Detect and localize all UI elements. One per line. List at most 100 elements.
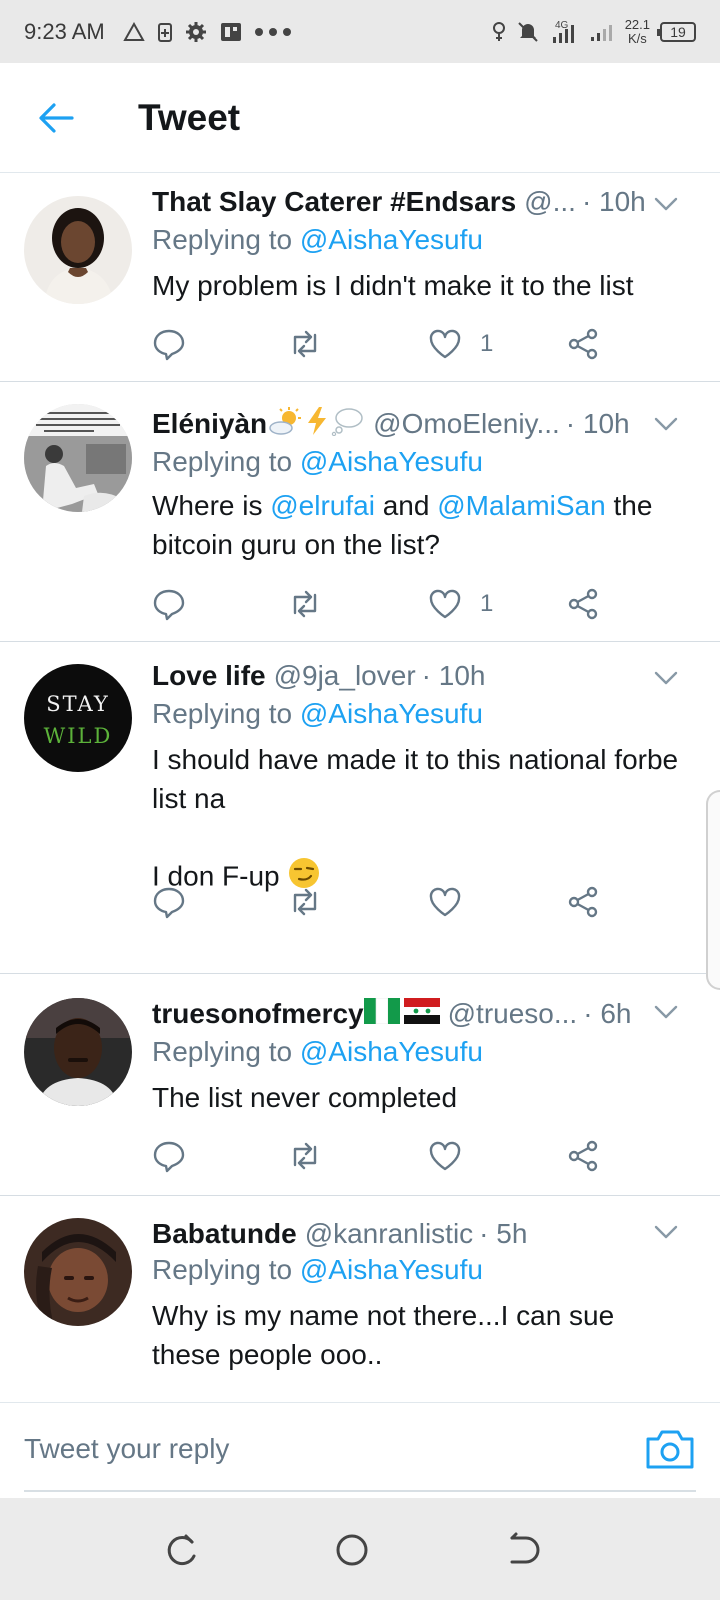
retweet-button[interactable]: [286, 582, 324, 626]
share-icon: [568, 1140, 598, 1172]
avatar[interactable]: [24, 998, 132, 1106]
gear-icon: [185, 21, 207, 43]
edge-panel-handle[interactable]: [706, 790, 720, 990]
reply-button[interactable]: [152, 322, 186, 366]
like-button[interactable]: [428, 880, 480, 924]
tweet-author-name[interactable]: That Slay Caterer #Endsars: [152, 186, 516, 218]
recents-button[interactable]: [162, 1530, 202, 1570]
lightning-emoji: [303, 406, 331, 443]
recents-icon: [167, 1534, 196, 1566]
tweet-item[interactable]: Eléniyàn @OmoEleniy... · 10h Replying to…: [0, 382, 720, 642]
avatar[interactable]: STAY WILD: [24, 664, 132, 772]
network-speed-value: 22.1: [624, 16, 650, 32]
tweet-actions: 1: [152, 322, 622, 366]
home-button[interactable]: [332, 1530, 372, 1570]
replying-to: Replying to @AishaYesufu: [152, 446, 483, 478]
tweet-text-part: and: [374, 490, 438, 521]
retweet-button[interactable]: [286, 1134, 324, 1178]
reply-mention-link[interactable]: @AishaYesufu: [300, 446, 483, 477]
tweet-item[interactable]: STAY WILD Love life @9ja_lover · 10h Rep…: [0, 642, 720, 974]
tweet-item[interactable]: Babatunde @kanranlistic · 5h Replying to…: [0, 1196, 720, 1402]
flag-syria-emoji: [403, 997, 440, 1031]
tweet-actions: [152, 880, 622, 924]
tweet-text: I should have made it to this national f…: [152, 740, 690, 900]
mention-link[interactable]: @MalamiSan: [437, 490, 605, 521]
replying-to-label: Replying to: [152, 698, 300, 729]
camera-button[interactable]: [644, 1425, 696, 1473]
tweet-time: · 10h: [581, 186, 646, 217]
reply-input[interactable]: [24, 1421, 614, 1477]
back-button[interactable]: [26, 88, 86, 148]
signal-icon: [589, 21, 615, 43]
arrow-left-icon: [39, 102, 74, 133]
tweet-header: Love life @9ja_lover · 10h: [152, 656, 660, 696]
tweet-author-name[interactable]: Babatunde: [152, 1218, 297, 1250]
tweet-item[interactable]: That Slay Caterer #Endsars @... · 10h Re…: [0, 174, 720, 382]
system-nav-bar: [0, 1498, 720, 1600]
page-title: Tweet: [138, 96, 241, 138]
network-speed: 22.1 K/s: [624, 16, 650, 46]
chevron-down-icon[interactable]: [650, 996, 682, 1028]
chevron-down-icon[interactable]: [650, 408, 682, 440]
avatar[interactable]: [24, 196, 132, 304]
thought-balloon-emoji: [331, 406, 365, 443]
app-notification-icon: [219, 21, 243, 43]
warning-icon: [123, 21, 145, 42]
tweet-text-spacer: [152, 818, 690, 856]
share-button[interactable]: [566, 1134, 600, 1178]
chevron-down-icon[interactable]: [650, 662, 682, 694]
share-button[interactable]: [566, 582, 600, 626]
avatar[interactable]: [24, 1218, 132, 1326]
tweet-author-name[interactable]: Love life: [152, 660, 266, 692]
tweet-actions: 1: [152, 582, 622, 626]
tweet-author-handle[interactable]: @OmoEleniy...: [373, 408, 560, 440]
reply-button[interactable]: [152, 1134, 186, 1178]
tweet-author-handle[interactable]: @9ja_lover: [274, 660, 416, 692]
reply-button[interactable]: [152, 582, 186, 626]
reply-icon: [153, 329, 185, 361]
retweet-icon: [293, 888, 317, 916]
tweet-author-handle[interactable]: @kanranlistic: [305, 1218, 473, 1250]
retweet-button[interactable]: [286, 322, 324, 366]
back-nav-button[interactable]: [502, 1530, 542, 1570]
app-header: Tweet: [0, 63, 720, 173]
avatar[interactable]: [24, 404, 132, 512]
reply-mention-link[interactable]: @AishaYesufu: [300, 1036, 483, 1067]
retweet-icon: [293, 330, 317, 358]
tweet-actions: [152, 1134, 622, 1178]
tweet-text: The list never completed: [152, 1082, 458, 1113]
heart-icon: [429, 887, 461, 917]
replying-to-label: Replying to: [152, 1254, 300, 1285]
reply-mention-link[interactable]: @AishaYesufu: [300, 698, 483, 729]
chevron-down-icon[interactable]: [650, 188, 682, 220]
tweet-text-part: Where is: [152, 490, 271, 521]
like-count: 1: [480, 330, 494, 357]
signal-4g-icon: 4G: [549, 19, 579, 45]
like-button[interactable]: [428, 1134, 480, 1178]
share-button[interactable]: [566, 880, 600, 924]
network-speed-unit: K/s: [627, 30, 647, 46]
reply-mention-link[interactable]: @AishaYesufu: [300, 1254, 483, 1285]
tweet-header: Babatunde @kanranlistic · 5h: [152, 1214, 660, 1254]
reply-feed[interactable]: That Slay Caterer #Endsars @... · 10h Re…: [0, 174, 720, 1402]
tweet-author-handle[interactable]: @trueso...: [448, 998, 578, 1030]
reply-composer: [0, 1402, 720, 1498]
tweet-time: · 6h: [583, 998, 632, 1029]
tweet-author-name[interactable]: truesonofmercy: [152, 998, 364, 1030]
tweet-item[interactable]: truesonofmercy @trueso... · 6h Replying …: [0, 974, 720, 1196]
reply-mention-link[interactable]: @AishaYesufu: [300, 224, 483, 255]
reply-button[interactable]: [152, 880, 186, 924]
replying-to: Replying to @AishaYesufu: [152, 224, 483, 256]
like-button[interactable]: 1: [428, 322, 493, 366]
reply-input-underline: [24, 1490, 696, 1492]
chevron-down-icon[interactable]: [650, 1216, 682, 1248]
more-notifications-icon: [254, 27, 291, 36]
home-circle-icon: [336, 1534, 368, 1566]
tweet-author-handle[interactable]: @...: [524, 186, 576, 218]
share-button[interactable]: [566, 322, 600, 366]
status-system-icons: 4G 22.1 K/s 19: [491, 16, 696, 46]
retweet-button[interactable]: [286, 880, 324, 924]
like-button[interactable]: 1: [428, 582, 493, 626]
tweet-author-name[interactable]: Eléniyàn: [152, 408, 267, 440]
mention-link[interactable]: @elrufai: [270, 490, 375, 521]
